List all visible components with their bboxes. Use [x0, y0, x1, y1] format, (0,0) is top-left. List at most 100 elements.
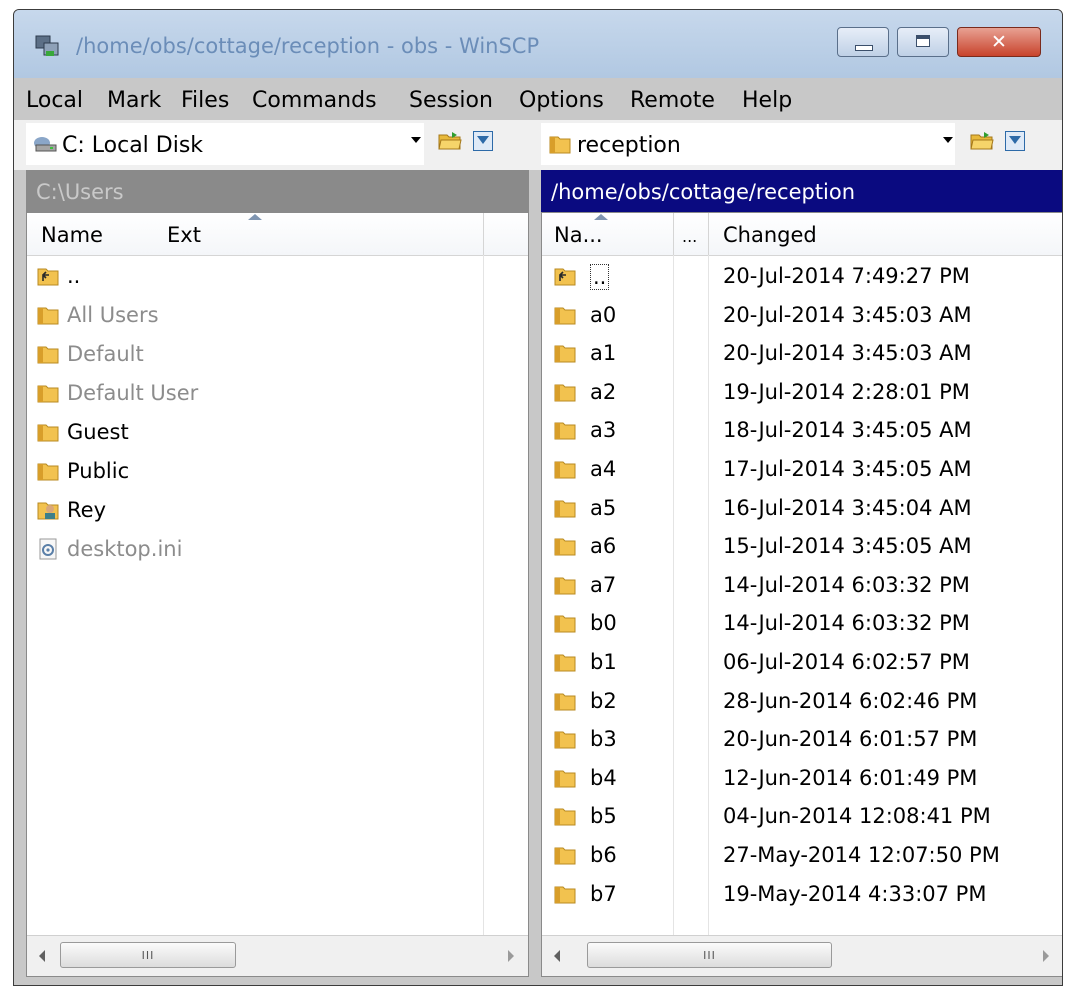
local-file-row[interactable]: desktop.ini: [27, 529, 528, 568]
open-folder-icon[interactable]: [970, 131, 994, 151]
file-changed: 19-May-2014 4:33:07 PM: [723, 881, 987, 906]
menu-remote[interactable]: Remote: [630, 88, 715, 113]
scroll-left-arrow-icon[interactable]: [39, 950, 45, 962]
menu-session[interactable]: Session: [409, 88, 493, 113]
column-separator[interactable]: [708, 213, 709, 255]
menu-help[interactable]: Help: [742, 88, 792, 113]
minimize-button[interactable]: [837, 27, 889, 57]
remote-file-row[interactable]: b3 20-Jun-2014 6:01:57 PM: [542, 719, 1062, 758]
remote-file-row[interactable]: a0 20-Jul-2014 3:45:03 AM: [542, 295, 1062, 334]
folder-icon: [554, 419, 576, 441]
folder-icon: [549, 136, 571, 154]
remote-file-row[interactable]: a4 17-Jul-2014 3:45:05 AM: [542, 449, 1062, 488]
remote-file-row[interactable]: b1 06-Jul-2014 6:02:57 PM: [542, 642, 1062, 681]
file-name: desktop.ini: [67, 537, 183, 561]
scroll-right-arrow-icon[interactable]: [508, 950, 514, 962]
file-changed: 18-Jul-2014 3:45:05 AM: [723, 418, 972, 443]
local-file-panel[interactable]: Name Ext .. All Users Default Default User G…: [26, 212, 529, 977]
local-file-row[interactable]: Default User: [27, 373, 528, 412]
column-name[interactable]: Name: [41, 223, 103, 247]
scrollbar-thumb[interactable]: III: [60, 942, 236, 968]
column-ext[interactable]: Ext: [167, 223, 201, 247]
local-file-row[interactable]: Public: [27, 451, 528, 490]
file-name: b6: [590, 843, 617, 867]
scrollbar-thumb[interactable]: III: [587, 942, 832, 968]
folder-icon: [554, 381, 576, 403]
menu-options[interactable]: Options: [519, 88, 604, 113]
close-icon: ✕: [991, 31, 1007, 53]
folder-icon: [554, 304, 576, 326]
file-name: Rey: [67, 498, 106, 522]
menu-local[interactable]: Local: [26, 88, 83, 113]
remote-file-row[interactable]: a2 19-Jul-2014 2:28:01 PM: [542, 372, 1062, 411]
remote-file-row[interactable]: b7 19-May-2014 4:33:07 PM: [542, 874, 1062, 913]
remote-file-panel[interactable]: Na... ... Changed .. 20-Jul-2014 7:49:27 …: [541, 212, 1062, 977]
remote-file-row[interactable]: b5 04-Jun-2014 12:08:41 PM: [542, 796, 1062, 835]
folder-icon: [554, 883, 576, 905]
title-bar[interactable]: /home/obs/cottage/reception - obs - WinS…: [14, 10, 1062, 78]
file-name: Guest: [67, 420, 129, 444]
file-name: b1: [590, 650, 617, 674]
file-name: a0: [590, 302, 617, 327]
file-name: a4: [590, 457, 617, 481]
column-size[interactable]: ...: [682, 227, 697, 246]
chevron-down-icon[interactable]: [943, 137, 953, 143]
column-separator[interactable]: [673, 213, 674, 255]
file-name: a1: [590, 341, 617, 366]
local-horizontal-scrollbar[interactable]: III: [27, 935, 528, 976]
file-name: a6: [590, 534, 617, 559]
maximize-button[interactable]: [897, 27, 949, 57]
file-changed: 14-Jul-2014 6:03:32 PM: [723, 611, 970, 636]
remote-folder-combo[interactable]: reception: [541, 123, 955, 165]
file-changed: 20-Jul-2014 3:45:03 AM: [723, 341, 972, 366]
remote-file-row[interactable]: a7 14-Jul-2014 6:03:32 PM: [542, 565, 1062, 604]
remote-horizontal-scrollbar[interactable]: III: [542, 935, 1062, 976]
menu-files[interactable]: Files: [181, 88, 229, 113]
file-changed: 16-Jul-2014 3:45:04 AM: [723, 495, 972, 520]
sort-ascending-icon: [248, 214, 262, 220]
filter-icon[interactable]: [473, 131, 493, 151]
file-name: b5: [590, 804, 617, 829]
column-separator[interactable]: [483, 213, 484, 255]
winscp-window: /home/obs/cottage/reception - obs - WinS…: [13, 9, 1063, 986]
remote-file-row[interactable]: a1 20-Jul-2014 3:45:03 AM: [542, 333, 1062, 372]
column-name[interactable]: Na...: [554, 223, 603, 247]
remote-file-row[interactable]: .. 20-Jul-2014 7:49:27 PM: [542, 256, 1062, 295]
local-path-bar: C:\Users: [26, 170, 529, 212]
remote-file-row[interactable]: b2 28-Jun-2014 6:02:46 PM: [542, 681, 1062, 720]
filter-icon[interactable]: [1005, 131, 1025, 151]
folder-icon: [554, 574, 576, 596]
local-file-row[interactable]: ..: [27, 256, 528, 295]
remote-file-row[interactable]: a6 15-Jul-2014 3:45:05 AM: [542, 526, 1062, 565]
scroll-left-arrow-icon[interactable]: [554, 950, 560, 962]
menu-commands[interactable]: Commands: [252, 88, 377, 113]
file-name: Default User: [67, 381, 199, 405]
local-file-row[interactable]: Guest: [27, 412, 528, 451]
open-folder-icon[interactable]: [438, 131, 462, 151]
close-button[interactable]: ✕: [957, 27, 1041, 57]
remote-file-row[interactable]: a5 16-Jul-2014 3:45:04 AM: [542, 488, 1062, 527]
local-file-row[interactable]: All Users: [27, 295, 528, 334]
menu-mark[interactable]: Mark: [107, 88, 161, 113]
remote-file-row[interactable]: b0 14-Jul-2014 6:03:32 PM: [542, 603, 1062, 642]
file-name: All Users: [67, 303, 159, 327]
remote-file-row[interactable]: b4 12-Jun-2014 6:01:49 PM: [542, 758, 1062, 797]
folder-icon: [37, 421, 59, 443]
local-file-row[interactable]: Default: [27, 334, 528, 373]
local-toolbar: C: Local Disk: [14, 120, 529, 170]
remote-file-row[interactable]: b6 27-May-2014 12:07:50 PM: [542, 835, 1062, 874]
file-changed: 06-Jul-2014 6:02:57 PM: [723, 650, 970, 674]
local-drive-combo[interactable]: C: Local Disk: [26, 123, 424, 165]
file-changed: 14-Jul-2014 6:03:32 PM: [723, 572, 970, 597]
folder-icon: [37, 382, 59, 404]
scroll-right-arrow-icon[interactable]: [1043, 950, 1049, 962]
local-column-header: Name Ext: [27, 213, 528, 256]
local-file-row[interactable]: Rey: [27, 490, 528, 529]
folder-icon: [554, 805, 576, 827]
winscp-app-icon: [35, 35, 59, 56]
chevron-down-icon[interactable]: [411, 137, 421, 143]
remote-column-header: Na... ... Changed: [542, 213, 1062, 256]
column-changed[interactable]: Changed: [723, 223, 817, 247]
folder-icon: [554, 690, 576, 712]
remote-file-row[interactable]: a3 18-Jul-2014 3:45:05 AM: [542, 410, 1062, 449]
